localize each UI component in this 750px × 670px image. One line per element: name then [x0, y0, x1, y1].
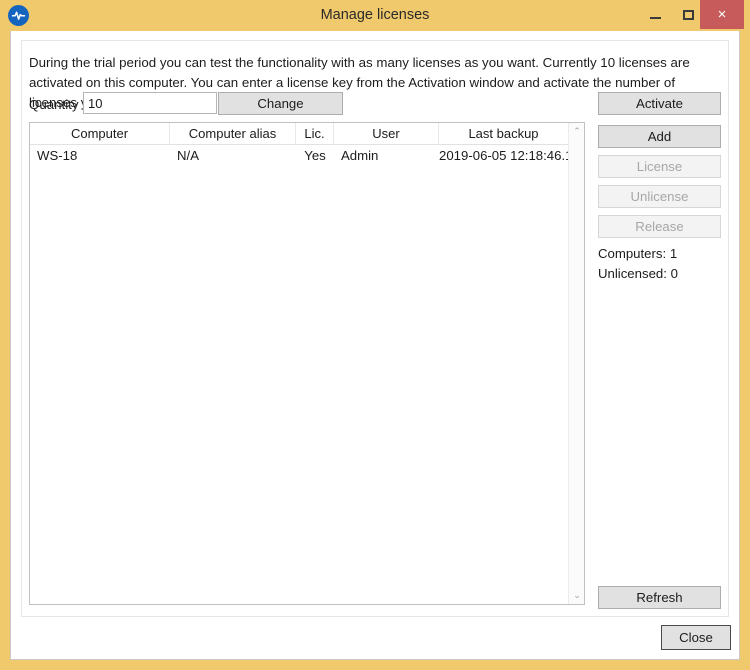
scroll-up-icon[interactable]: ⌃	[569, 123, 584, 140]
activate-button[interactable]: Activate	[598, 92, 721, 115]
release-button: Release	[598, 215, 721, 238]
manage-licenses-window: Manage licenses × During the trial perio…	[0, 0, 750, 670]
minimize-icon	[649, 16, 661, 19]
table-vertical-scrollbar[interactable]: ⌃ ⌄	[568, 123, 584, 604]
computers-count: Computers: 1	[598, 246, 678, 261]
window-title: Manage licenses	[320, 7, 430, 23]
license-button: License	[598, 155, 721, 178]
table-header-row: Computer Computer alias Lic. User Last b…	[30, 123, 584, 145]
unlicense-button: Unlicense	[598, 185, 721, 208]
quantity-input[interactable]	[83, 92, 217, 114]
cell-computer: WS-18	[37, 148, 78, 163]
column-header-computer-alias[interactable]: Computer alias	[170, 123, 296, 145]
close-dialog-button[interactable]: Close	[661, 625, 731, 650]
refresh-button[interactable]: Refresh	[598, 586, 721, 609]
add-button[interactable]: Add	[598, 125, 721, 148]
unlicensed-count: Unlicensed: 0	[598, 266, 678, 281]
close-icon: ×	[717, 6, 727, 23]
quantity-label: Quantity	[29, 97, 79, 112]
dialog-client-area: During the trial period you can test the…	[10, 31, 740, 660]
maximize-button[interactable]	[673, 0, 703, 29]
title-bar: Manage licenses ×	[0, 0, 750, 31]
licenses-table: Computer Computer alias Lic. User Last b…	[29, 122, 585, 605]
column-header-user[interactable]: User	[334, 123, 439, 145]
column-header-computer[interactable]: Computer	[30, 123, 170, 145]
cell-computer-alias: N/A	[177, 148, 199, 163]
cell-user: Admin	[341, 148, 379, 163]
cell-last-backup: 2019-06-05 12:18:46.1	[439, 148, 568, 163]
scroll-down-icon[interactable]: ⌄	[569, 587, 584, 604]
column-header-lic[interactable]: Lic.	[296, 123, 334, 145]
maximize-icon	[682, 9, 694, 20]
change-button[interactable]: Change	[218, 92, 343, 115]
window-close-button[interactable]: ×	[700, 0, 744, 29]
scrollbar-track[interactable]	[569, 140, 584, 587]
cell-lic: Yes	[304, 148, 326, 163]
column-header-last-backup[interactable]: Last backup	[439, 123, 568, 145]
minimize-button[interactable]	[640, 0, 670, 29]
table-row[interactable]: WS-18 N/A Yes Admin 2019-06-05 12:18:46.…	[30, 145, 584, 167]
